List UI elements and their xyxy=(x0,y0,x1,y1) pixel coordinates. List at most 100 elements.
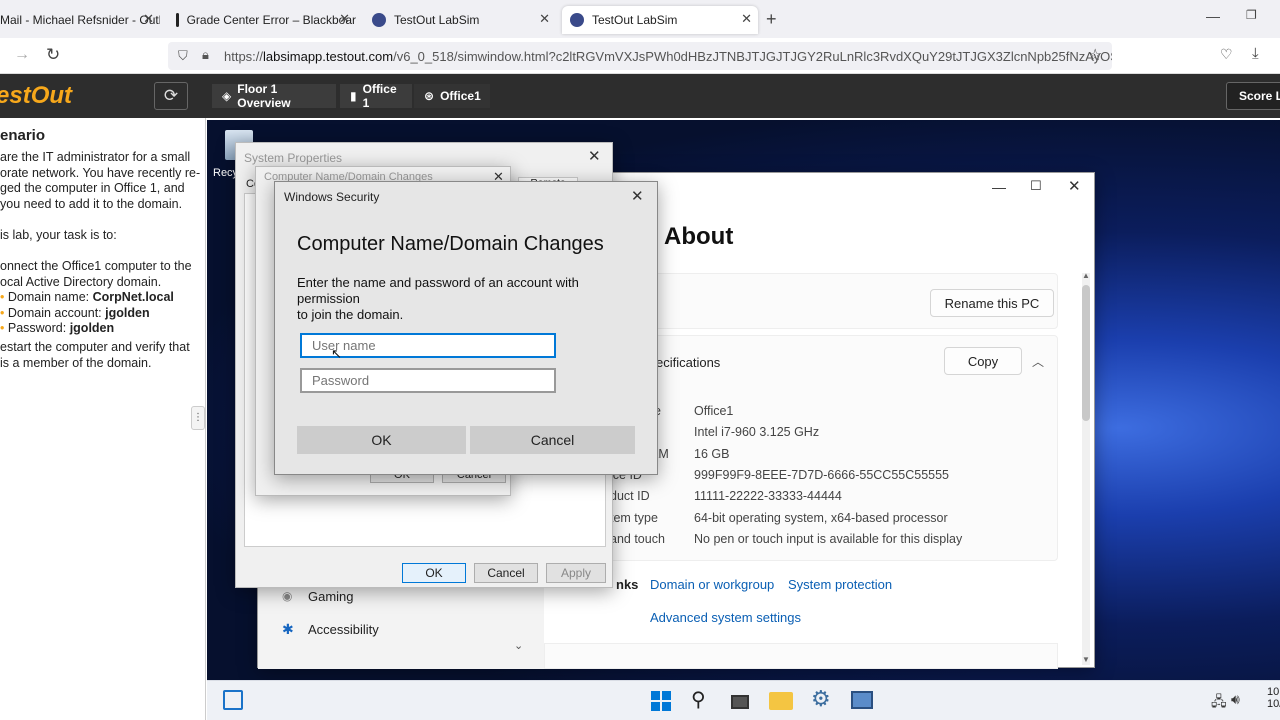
copy-specs-button[interactable]: Copy xyxy=(944,347,1022,375)
volume-icon[interactable]: 🔊︎ xyxy=(1231,691,1240,708)
breadcrumb-office[interactable]: ▮ Office 1 xyxy=(340,82,412,110)
forward-icon[interactable]: → xyxy=(14,46,30,64)
url-path: /v6_0_518/simwindow.html?c2ltRGVmVXJsPWh… xyxy=(393,48,1112,64)
breadcrumb-label: Office 1 xyxy=(362,82,397,110)
system-properties-apply-button[interactable]: Apply xyxy=(546,563,606,583)
layers-icon: ◈ xyxy=(222,89,232,103)
network-icon[interactable]: 🖧︎ xyxy=(1211,691,1227,715)
spec-value: Intel i7-960 3.125 GHz xyxy=(694,425,820,439)
download-icon[interactable]: ⤓ xyxy=(1252,45,1259,62)
system-properties-cancel-button[interactable]: Cancel xyxy=(474,563,538,583)
accessibility-icon: ✱ xyxy=(282,621,294,637)
clock[interactable]: 10: 10/22 xyxy=(1267,686,1280,710)
new-tab-icon[interactable]: + xyxy=(766,9,777,30)
scroll-down-icon[interactable]: ▼ xyxy=(1082,655,1090,664)
building-icon: ▮ xyxy=(350,89,357,103)
widgets-icon[interactable] xyxy=(223,690,243,710)
next-card xyxy=(544,643,1058,669)
system-protection-link[interactable]: System protection xyxy=(788,577,892,592)
bullet-icon: • xyxy=(0,305,8,320)
breadcrumb-label: Office1 xyxy=(440,89,481,103)
close-icon[interactable]: ✕ xyxy=(631,187,644,205)
restore-icon[interactable]: ❐ xyxy=(1246,8,1257,22)
close-icon[interactable]: ✕ xyxy=(741,11,752,27)
tab-label: Mail - Michael Refsnider - Outlo xyxy=(0,13,160,27)
text-line: are the IT administrator for a small xyxy=(0,150,191,164)
testout-icon xyxy=(372,13,386,27)
panel-resize-handle[interactable]: ⋮ xyxy=(191,406,205,430)
search-icon[interactable]: ⚲ xyxy=(691,687,706,712)
close-icon[interactable]: ✕ xyxy=(1068,177,1081,195)
scrollbar-thumb[interactable] xyxy=(1082,285,1090,421)
url-field[interactable]: ⛉ 🔒︎ https://labsimapp.testout.com/v6_0_… xyxy=(168,42,1112,70)
scenario-panel: enario are the IT administrator for a sm… xyxy=(0,118,206,720)
spec-key: duct ID xyxy=(610,489,650,503)
scenario-task-1: onnect the Office1 computer to the ocal … xyxy=(0,259,192,290)
refresh-icon[interactable]: ⟳ xyxy=(154,82,188,110)
detail-key: Password: xyxy=(7,321,70,335)
blackboard-icon xyxy=(176,13,179,27)
chevron-down-icon[interactable]: ⌄ xyxy=(514,639,523,652)
close-icon[interactable]: ✕ xyxy=(539,11,550,27)
domain-workgroup-link[interactable]: Domain or workgroup xyxy=(650,577,774,592)
spec-value: 999F99F9-8EEE-7D7D-6666-55CC55C55555 xyxy=(694,468,950,482)
related-links-label: nks xyxy=(616,577,639,592)
spec-value: 16 GB xyxy=(694,447,730,461)
score-label: Score La xyxy=(1239,89,1280,103)
text-line: ocal Active Directory domain. xyxy=(0,274,162,289)
browser-tab-bar: Mail - Michael Refsnider - Outlo ✕ Grade… xyxy=(0,0,1280,38)
nav-item-gaming[interactable]: Gaming xyxy=(308,589,354,604)
browser-tab-labsim-2[interactable]: TestOut LabSim ✕ xyxy=(562,6,758,34)
close-icon[interactable]: ✕ xyxy=(588,147,601,165)
testout-icon xyxy=(570,13,584,27)
text-line: onnect the Office1 computer to the xyxy=(0,259,192,273)
mouse-cursor-icon: ↖ xyxy=(331,346,342,361)
start-icon[interactable] xyxy=(651,691,671,711)
maximize-icon[interactable]: ☐ xyxy=(1030,178,1042,194)
system-properties-taskbar-icon[interactable] xyxy=(851,691,873,709)
score-lab-button[interactable]: Score La xyxy=(1226,82,1280,110)
browser-tab-mail[interactable]: Mail - Michael Refsnider - Outlo ✕ xyxy=(0,6,160,34)
text-line: ged the computer in Office 1, and xyxy=(0,181,185,195)
windows-taskbar: ⚲ ⚙ 🖧︎ 🔊︎ 10: 10/22 xyxy=(207,680,1280,720)
scroll-up-icon[interactable]: ▲ xyxy=(1082,271,1090,280)
browser-tab-labsim-1[interactable]: TestOut LabSim ✕ xyxy=(364,6,556,34)
browser-tab-blackboard[interactable]: Grade Center Error – Blackboar ✕ xyxy=(168,6,356,34)
scenario-task-2: estart the computer and verify that is a… xyxy=(0,340,190,371)
clock-time: 10: xyxy=(1267,686,1280,698)
button-label: Cancel xyxy=(530,432,575,448)
bookmark-star-icon[interactable]: ☆ xyxy=(1088,45,1102,65)
pocket-icon[interactable]: ♡ xyxy=(1220,46,1233,63)
advanced-system-settings-link[interactable]: Advanced system settings xyxy=(650,610,801,625)
task-view-icon[interactable] xyxy=(731,695,749,709)
text-line: orate network. You have recently re- xyxy=(0,165,201,180)
rename-pc-button[interactable]: Rename this PC xyxy=(930,289,1054,317)
dialog-title: Windows Security xyxy=(284,190,380,204)
breadcrumb-floor-overview[interactable]: ◈ Floor 1 Overview xyxy=(212,82,336,110)
button-label: Cancel xyxy=(487,566,525,580)
detail-value: jgolden xyxy=(105,305,150,320)
list-item: • Domain name: CorpNet.local xyxy=(0,290,174,306)
close-icon[interactable]: ✕ xyxy=(143,11,154,27)
security-instructions: Enter the name and password of an accoun… xyxy=(297,275,579,323)
reload-icon[interactable]: ↻ xyxy=(46,45,60,65)
minimize-icon[interactable]: — xyxy=(992,179,1006,195)
chevron-up-icon[interactable]: ︿ xyxy=(1032,353,1044,370)
text-line: to join the domain. xyxy=(297,307,404,322)
breadcrumb-label: Floor 1 Overview xyxy=(237,82,291,110)
list-item: • Domain account: jgolden xyxy=(0,306,174,322)
password-input[interactable] xyxy=(300,368,556,393)
breadcrumb-computer[interactable]: ⊛ Office1 xyxy=(414,84,490,108)
security-cancel-button[interactable]: Cancel xyxy=(470,426,635,454)
settings-scrollbar[interactable] xyxy=(1082,273,1090,665)
windows-security-dialog: Windows Security ✕ Computer Name/Domain … xyxy=(274,181,658,475)
file-explorer-icon[interactable] xyxy=(769,692,793,710)
gamepad-icon: ◉ xyxy=(282,589,293,603)
nav-item-accessibility[interactable]: Accessibility xyxy=(308,622,379,637)
button-label: OK xyxy=(425,566,443,580)
settings-gear-icon[interactable]: ⚙ xyxy=(811,686,831,712)
system-properties-ok-button[interactable]: OK xyxy=(402,563,466,583)
security-ok-button[interactable]: OK xyxy=(297,426,466,454)
minimize-icon[interactable]: — xyxy=(1206,8,1220,24)
close-icon[interactable]: ✕ xyxy=(339,11,350,27)
